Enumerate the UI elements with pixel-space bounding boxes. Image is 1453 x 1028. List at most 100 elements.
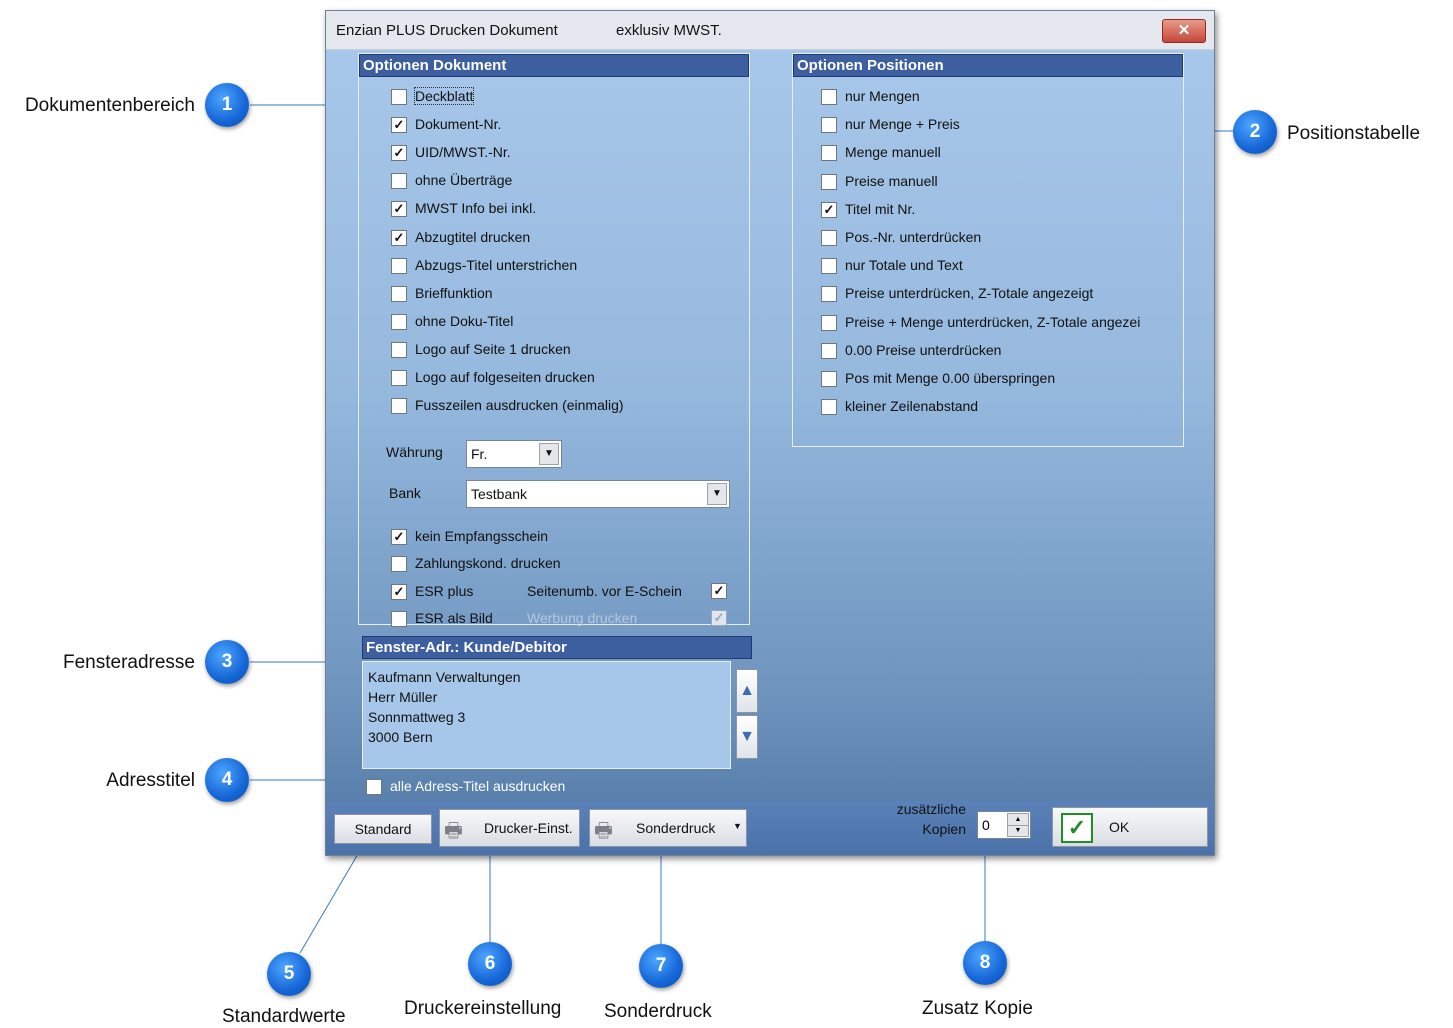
doc-option-label: ohne Überträge (415, 172, 513, 189)
pos-option[interactable]: Preise + Menge unterdrücken, Z-Totale an… (821, 313, 1176, 333)
pos-option[interactable]: ✓ Titel mit Nr. (821, 200, 1176, 220)
checkbox[interactable]: ✓ (391, 201, 407, 218)
pos-option[interactable]: Pos mit Menge 0.00 überspringen (821, 369, 1176, 389)
pos-option[interactable]: nur Totale und Text (821, 256, 1176, 276)
callout-badge-6: 6 (468, 942, 512, 986)
doc-option[interactable]: ✓ UID/MWST.-Nr. (391, 143, 741, 163)
checkbox[interactable] (821, 145, 837, 162)
checkbox[interactable] (821, 230, 837, 246)
standard-button[interactable]: Standard (334, 814, 432, 844)
address-line: 3000 Bern (368, 729, 433, 745)
spin-down-icon[interactable]: ▼ (1007, 825, 1029, 837)
doc-option-label: Deckblatt (413, 87, 475, 105)
callout-badge-3: 3 (205, 640, 249, 684)
address-textarea[interactable]: Kaufmann Verwaltungen Herr Müller Sonnmatt… (362, 661, 731, 769)
pos-option-label: 0.00 Preise unterdrücken (845, 341, 1002, 358)
pos-option[interactable]: Pos.-Nr. unterdrücken (821, 228, 1176, 248)
checkbox[interactable]: ✓ (711, 583, 727, 599)
bank-select[interactable]: Testbank ▼ (466, 480, 730, 508)
pos-option[interactable]: nur Menge + Preis (821, 115, 1176, 135)
checkbox[interactable] (391, 173, 407, 190)
doc-options-header: Optionen Dokument (359, 54, 749, 77)
pos-option-label: Preise manuell (845, 172, 938, 189)
advertising-checkbox[interactable]: ✓ (711, 608, 731, 628)
checkbox[interactable] (391, 89, 407, 105)
doc-option-label: Fusszeilen ausdrucken (einmalig) (415, 397, 624, 414)
doc-option[interactable]: Fusszeilen ausdrucken (einmalig) (391, 396, 741, 416)
checkbox[interactable]: ✓ (391, 583, 407, 600)
callout-badge-7: 7 (639, 944, 683, 988)
doc-option[interactable]: ✓ Abzugtitel drucken (391, 228, 741, 248)
checkbox[interactable] (821, 314, 837, 331)
checkbox[interactable] (391, 285, 407, 302)
doc-lower-option[interactable]: Zahlungskond. drucken (391, 554, 741, 574)
checkbox[interactable] (821, 286, 837, 303)
special-print-button[interactable]: 🖶 Sonderdruck ▼ (589, 809, 747, 847)
doc-option[interactable]: ohne Doku-Titel (391, 312, 741, 332)
checkbox[interactable] (391, 398, 407, 415)
checkbox[interactable] (391, 257, 407, 274)
doc-option[interactable]: ohne Überträge (391, 171, 741, 191)
checkbox[interactable] (821, 399, 837, 416)
doc-lower-option-label: Zahlungskond. drucken (415, 555, 561, 572)
checkbox[interactable] (821, 173, 837, 190)
checkbox[interactable]: ✓ (391, 229, 407, 246)
checkbox[interactable]: ✓ (821, 201, 837, 218)
ok-button[interactable]: ✓ OK (1052, 807, 1208, 847)
print-dialog-window: Enzian PLUS Drucken Dokument exklusiv MW… (325, 10, 1215, 856)
doc-option-label: MWST Info bei inkl. (415, 200, 537, 217)
checkbox[interactable]: ✓ (391, 117, 407, 134)
close-button[interactable]: ✕ (1162, 19, 1206, 43)
doc-option[interactable]: Deckblatt (391, 87, 741, 107)
page-numbering-checkbox[interactable]: ✓ (711, 581, 731, 601)
checkbox[interactable] (391, 370, 407, 386)
checkbox[interactable] (821, 342, 837, 359)
checkbox[interactable] (366, 779, 382, 795)
printer-settings-button[interactable]: 🖶 Drucker-Einst. (439, 809, 580, 847)
checkbox-disabled[interactable]: ✓ (711, 610, 727, 626)
doc-option[interactable]: Logo auf Seite 1 drucken (391, 340, 741, 360)
currency-select[interactable]: Fr. ▼ (466, 440, 562, 468)
checkbox[interactable]: ✓ (391, 529, 407, 545)
checkbox[interactable] (821, 371, 837, 387)
pos-option[interactable]: Preise manuell (821, 172, 1176, 192)
pos-option[interactable]: Menge manuell (821, 143, 1176, 163)
callout-label-5: Standardwerte (222, 1006, 346, 1027)
doc-option[interactable]: ✓ MWST Info bei inkl. (391, 199, 741, 219)
callout-badge-1: 1 (205, 83, 249, 127)
checkbox[interactable] (821, 117, 837, 134)
pos-option-label: nur Menge + Preis (845, 116, 960, 133)
pos-option[interactable]: 0.00 Preise unterdrücken (821, 341, 1176, 361)
scroll-down-icon[interactable]: ▼ (736, 715, 758, 759)
callout-label-3: Fensteradresse (62, 652, 195, 673)
checkbox[interactable] (391, 556, 407, 573)
pos-option-label: nur Mengen (845, 88, 920, 104)
chevron-down-icon[interactable]: ▼ (707, 483, 727, 505)
checkbox[interactable] (391, 610, 407, 627)
checkbox[interactable] (391, 341, 407, 358)
checkbox[interactable] (821, 258, 837, 275)
pos-options-group: Optionen Positionen nur Mengen nur Menge … (792, 53, 1184, 447)
doc-lower-option[interactable]: ✓ kein Empfangsschein (391, 527, 741, 547)
copies-spinner[interactable]: 0 ▲ ▼ (977, 811, 1031, 839)
window-title: Enzian PLUS Drucken Dokument (336, 22, 558, 39)
checkbox[interactable] (821, 89, 837, 105)
doc-option[interactable]: Logo auf folgeseiten drucken (391, 368, 741, 388)
checkbox[interactable]: ✓ (391, 145, 407, 162)
doc-option-label: ohne Doku-Titel (415, 312, 514, 329)
all-address-titles-option[interactable]: alle Adress-Titel ausdrucken (366, 777, 726, 797)
doc-option[interactable]: Brieffunktion (391, 284, 741, 304)
pos-option[interactable]: nur Mengen (821, 87, 1176, 107)
scroll-up-icon[interactable]: ▲ (736, 669, 758, 713)
pos-option[interactable]: kleiner Zeilenabstand (821, 397, 1176, 417)
doc-lower-option-label: kein Empfangsschein (415, 528, 549, 544)
doc-option[interactable]: ✓ Dokument-Nr. (391, 115, 741, 135)
pos-option[interactable]: Preise unterdrücken, Z-Totale angezeigt (821, 284, 1176, 304)
copies-label-line1: zusätzliche (896, 801, 966, 817)
advertising-label: Werbung drucken (527, 610, 638, 626)
address-line: Herr Müller (368, 689, 438, 705)
doc-option[interactable]: Abzugs-Titel unterstrichen (391, 256, 741, 276)
chevron-down-icon[interactable]: ▼ (539, 443, 559, 465)
checkbox[interactable] (391, 313, 407, 330)
page-numbering-label: Seitenumb. vor E-Schein (527, 583, 682, 599)
